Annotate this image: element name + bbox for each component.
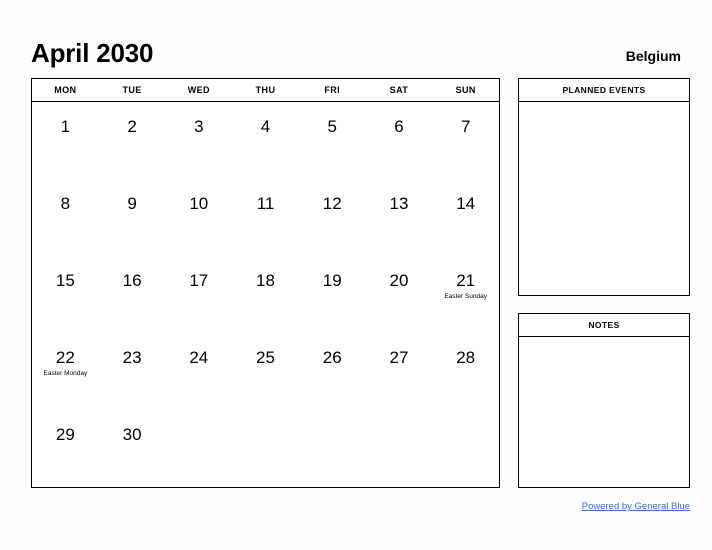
day-cell[interactable]: 16 [99, 256, 166, 333]
weekday-header-sat: SAT [389, 85, 409, 95]
calendar-week-row: 22 Easter Monday 23 24 25 26 27 28 [32, 333, 499, 410]
day-cell[interactable]: 22 Easter Monday [32, 333, 99, 410]
day-cell[interactable]: 9 [99, 179, 166, 256]
day-cell[interactable]: 23 [99, 333, 166, 410]
day-cell[interactable]: 6 [366, 102, 433, 179]
day-cell[interactable]: 1 [32, 102, 99, 179]
day-cell[interactable]: 24 [165, 333, 232, 410]
day-cell[interactable]: 5 [299, 102, 366, 179]
day-cell[interactable]: 25 [232, 333, 299, 410]
day-cell[interactable]: 12 [299, 179, 366, 256]
day-number: 9 [127, 194, 137, 213]
day-number: 22 [55, 348, 75, 367]
day-cell[interactable]: 2 [99, 102, 166, 179]
day-number: 7 [460, 117, 471, 136]
day-cell[interactable]: 15 [32, 256, 99, 333]
day-number: 11 [256, 194, 275, 213]
country-label: Belgium [625, 48, 681, 64]
day-number: 24 [189, 348, 209, 367]
day-number: 28 [456, 348, 476, 367]
day-cell-empty [366, 410, 433, 487]
day-cell-empty [299, 410, 366, 487]
day-number: 14 [456, 194, 476, 213]
notes-panel: NOTES [518, 313, 690, 488]
page-footer: Powered by General Blue [31, 496, 690, 514]
day-cell[interactable]: 11 [232, 179, 299, 256]
day-cell-empty [232, 410, 299, 487]
day-number: 12 [322, 194, 342, 213]
day-number: 30 [122, 425, 142, 444]
calendar-week-row: 15 16 17 18 19 20 21 Easter Sunday [32, 256, 499, 333]
day-number: 17 [189, 271, 209, 290]
weekday-header-thu: THU [255, 85, 276, 95]
day-number: 5 [327, 117, 337, 136]
planned-events-body[interactable] [519, 102, 689, 295]
day-cell-empty [432, 410, 499, 487]
day-number: 3 [194, 117, 204, 136]
day-cell[interactable]: 21 Easter Sunday [432, 256, 499, 333]
day-number: 29 [55, 425, 75, 444]
day-cell[interactable]: 26 [299, 333, 366, 410]
day-cell-empty [165, 410, 232, 487]
weekday-header-fri: FRI [324, 85, 341, 95]
powered-by-link[interactable]: Powered by General Blue [582, 501, 690, 512]
weekday-header-wed: WED [187, 85, 210, 95]
day-number: 2 [127, 117, 137, 136]
page-title: April 2030 [31, 38, 154, 68]
day-number: 21 [456, 271, 476, 290]
day-number: 23 [122, 348, 142, 367]
planned-events-title: PLANNED EVENTS [519, 79, 689, 102]
day-number: 15 [55, 271, 75, 290]
weekday-header-tue: TUE [122, 85, 142, 95]
day-cell[interactable]: 13 [366, 179, 433, 256]
day-cell[interactable]: 14 [432, 179, 499, 256]
notes-body[interactable] [519, 337, 689, 487]
day-number: 16 [122, 271, 142, 290]
calendar-week-row: 29 30 [32, 410, 499, 487]
day-cell[interactable]: 3 [165, 102, 232, 179]
day-number: 19 [322, 271, 342, 290]
day-cell[interactable]: 28 [432, 333, 499, 410]
weekday-header-mon: MON [54, 85, 77, 95]
day-event-label: Easter Monday [43, 369, 88, 377]
notes-title: NOTES [519, 314, 689, 337]
calendar-grid: MON TUE WED THU FRI SAT SUN 1 2 3 4 5 6 … [31, 78, 500, 488]
page-header: April 2030 Belgium [31, 32, 681, 66]
day-number: 13 [389, 194, 409, 213]
day-cell[interactable]: 4 [232, 102, 299, 179]
calendar-week-row: 8 9 10 11 12 13 14 [32, 179, 499, 256]
day-number: 25 [256, 348, 275, 367]
day-event-label: Easter Sunday [444, 292, 487, 300]
day-cell[interactable]: 17 [165, 256, 232, 333]
day-number: 10 [189, 194, 209, 213]
day-number: 26 [322, 348, 342, 367]
day-cell[interactable]: 18 [232, 256, 299, 333]
day-number: 8 [60, 194, 71, 213]
day-cell[interactable]: 30 [99, 410, 166, 487]
day-number: 27 [389, 348, 409, 367]
day-number: 6 [394, 117, 404, 136]
day-cell[interactable]: 10 [165, 179, 232, 256]
calendar-weekday-header: MON TUE WED THU FRI SAT SUN [32, 79, 499, 102]
day-cell[interactable]: 19 [299, 256, 366, 333]
day-number: 18 [256, 271, 275, 290]
day-cell[interactable]: 29 [32, 410, 99, 487]
day-cell[interactable]: 8 [32, 179, 99, 256]
day-cell[interactable]: 20 [366, 256, 433, 333]
day-number: 1 [60, 117, 71, 136]
planned-events-panel: PLANNED EVENTS [518, 78, 690, 296]
day-cell[interactable]: 7 [432, 102, 499, 179]
weekday-header-sun: SUN [455, 85, 476, 95]
day-number: 4 [260, 117, 271, 136]
calendar-week-row: 1 2 3 4 5 6 7 [32, 102, 499, 179]
calendar-weeks: 1 2 3 4 5 6 7 8 9 10 11 12 13 14 15 16 1… [32, 102, 499, 487]
day-cell[interactable]: 27 [366, 333, 433, 410]
day-number: 20 [389, 271, 409, 290]
